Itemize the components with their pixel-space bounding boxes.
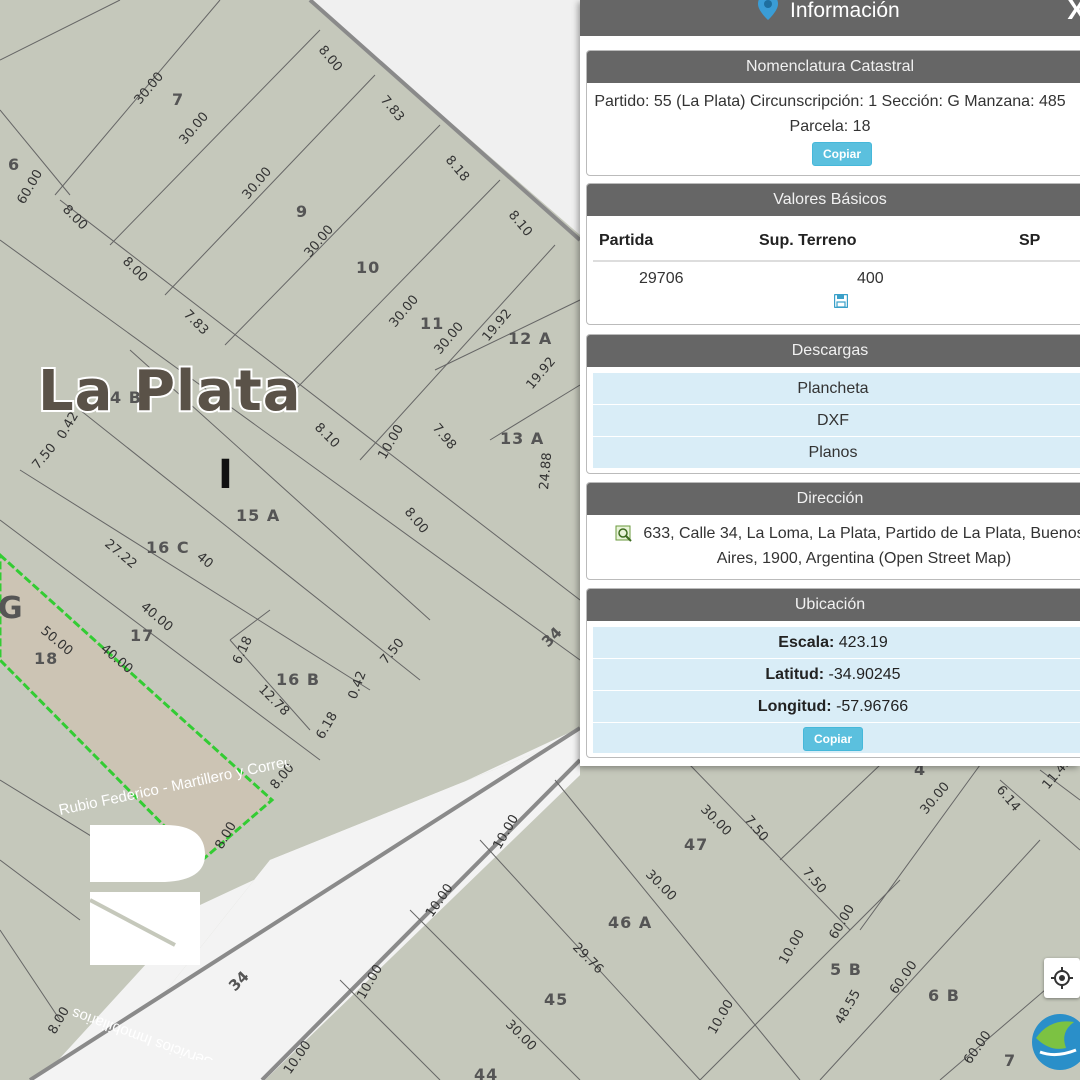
address-block: 633, Calle 34, La Loma, La Plata, Partid…	[587, 515, 1080, 577]
nomenclatura-section: Nomenclatura Catastral Partido: 55 (La P…	[586, 50, 1080, 176]
globe-logo-icon	[1032, 1014, 1080, 1070]
lot-label: 10	[356, 258, 380, 277]
latitud-value: -34.90245	[828, 666, 901, 683]
lot-label: 12 A	[508, 329, 552, 348]
close-button[interactable]: X	[1067, 0, 1080, 24]
crosshair-icon	[1051, 967, 1073, 989]
ubicacion-section: Ubicación Escala: 423.19 Latitud: -34.90…	[586, 588, 1080, 758]
direccion-header: Dirección	[587, 483, 1080, 515]
download-plancheta[interactable]: Plancheta	[593, 372, 1080, 404]
col-partida: Partida	[593, 226, 749, 262]
direccion-section: Dirección 633, Calle 34, La Loma, La Pla…	[586, 482, 1080, 580]
panel-header: Información X	[580, 0, 1080, 36]
lot-label: 45	[544, 990, 568, 1009]
lot-label: 7	[1004, 1051, 1016, 1070]
valores-table: Partida Sup. Terreno SP 29706 400	[593, 226, 1080, 292]
lot-label: 18	[34, 649, 58, 668]
lot-label: 11	[420, 314, 444, 333]
section-label: G	[0, 591, 23, 626]
lot-label: 9	[296, 202, 308, 221]
lot-label: 47	[684, 835, 708, 854]
cell-sp	[1019, 261, 1080, 292]
lot-label: 13 A	[500, 429, 544, 448]
copy-row: Copiar	[593, 722, 1080, 753]
lot-label: 5 B	[830, 960, 862, 979]
cell-partida: 29706	[639, 270, 684, 287]
lot-label: 16 B	[276, 670, 320, 689]
download-planos[interactable]: Planos	[593, 436, 1080, 468]
escala-row: Escala: 423.19	[593, 626, 1080, 658]
block-label: I	[218, 452, 233, 498]
lot-label: 46 A	[608, 913, 652, 932]
valores-section: Valores Básicos Partida Sup. Terreno SP …	[586, 183, 1080, 325]
longitud-label: Longitud:	[757, 698, 832, 715]
cell-sup-terreno: 400	[857, 270, 884, 287]
escala-value: 423.19	[838, 634, 888, 651]
lot-label: 15 A	[236, 506, 280, 525]
escala-label: Escala:	[778, 634, 835, 651]
nomenclatura-header: Nomenclatura Catastral	[587, 51, 1080, 83]
longitud-row: Longitud: -57.96766	[593, 690, 1080, 722]
lot-label: 7	[172, 90, 184, 109]
address-text: 633, Calle 34, La Loma, La Plata, Partid…	[643, 525, 1080, 567]
lot-label: 6	[8, 155, 20, 174]
col-sup-terreno: Sup. Terreno	[749, 226, 1019, 262]
latitud-label: Latitud:	[765, 666, 825, 683]
save-icon[interactable]	[834, 294, 848, 308]
map-search-icon[interactable]	[615, 525, 633, 543]
nomenclatura-text: Partido: 55 (La Plata) Circunscripción: …	[594, 93, 1066, 135]
col-sp: SP	[1019, 226, 1080, 262]
lot-label: 16 C	[146, 538, 190, 557]
download-dxf[interactable]: DXF	[593, 404, 1080, 436]
latitud-row: Latitud: -34.90245	[593, 658, 1080, 690]
lot-label: 17	[130, 626, 154, 645]
copy-coordinates-button[interactable]: Copiar	[803, 727, 863, 751]
longitud-value: -57.96766	[836, 698, 909, 715]
descargas-section: Descargas Plancheta DXF Planos	[586, 334, 1080, 474]
copy-nomenclatura-button[interactable]: Copiar	[812, 142, 872, 166]
lot-label: 6 B	[928, 986, 960, 1005]
map-pin-icon	[758, 0, 778, 20]
valores-header: Valores Básicos	[587, 184, 1080, 216]
info-panel: Información X Nomenclatura Catastral Par…	[580, 0, 1080, 766]
lot-label: 44	[474, 1065, 498, 1080]
descargas-header: Descargas	[587, 335, 1080, 367]
ubicacion-header: Ubicación	[587, 589, 1080, 621]
city-label: La Plata	[38, 359, 302, 424]
panel-title: Información	[790, 0, 900, 22]
lot-label: 4 B	[110, 388, 142, 407]
locate-button[interactable]	[1044, 958, 1080, 998]
